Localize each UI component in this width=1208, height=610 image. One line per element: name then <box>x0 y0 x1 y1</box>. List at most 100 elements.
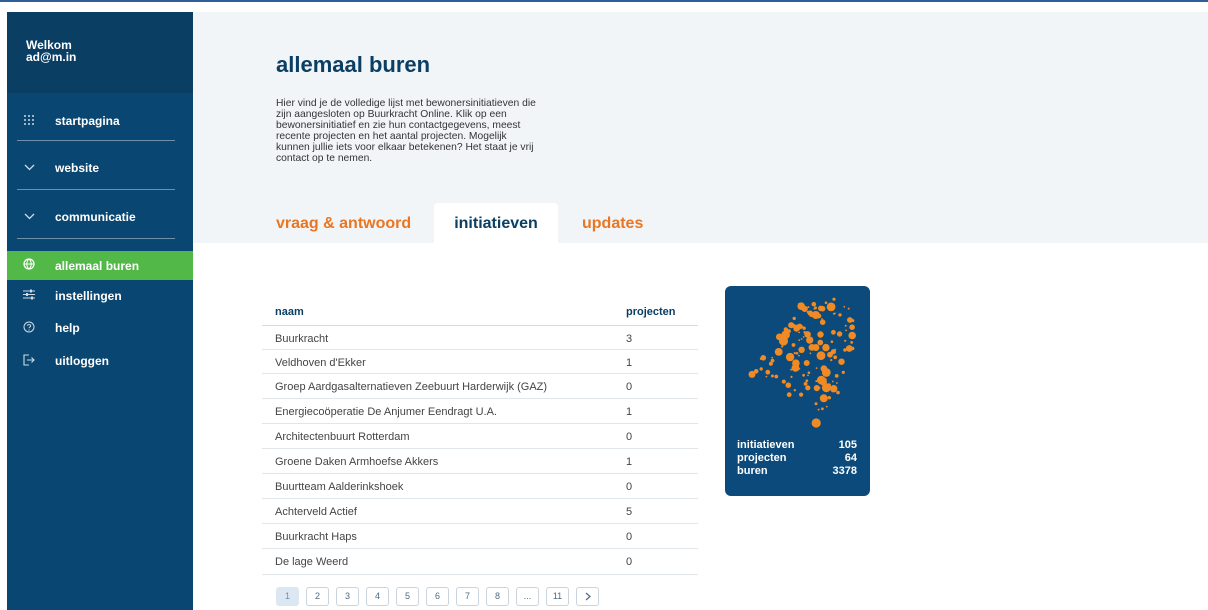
map-dot <box>836 331 843 337</box>
sidebar-item-website[interactable]: website <box>7 155 193 181</box>
sidebar-item-startpagina[interactable]: startpagina <box>7 108 193 134</box>
stat-initiatieven: initiatieven 105 <box>737 439 857 451</box>
page-button-5[interactable]: 5 <box>396 587 419 606</box>
row-name: Buurkracht <box>275 333 329 345</box>
map-dot <box>798 346 805 353</box>
sidebar-item-label: help <box>55 321 80 335</box>
map-dot <box>753 369 759 374</box>
map-dot <box>844 339 847 342</box>
map-dot <box>827 396 831 400</box>
page-button-4[interactable]: 4 <box>366 587 389 606</box>
map-dot <box>770 358 775 363</box>
map-dot <box>765 375 768 378</box>
table-row[interactable]: Buurkracht 3 <box>262 326 698 351</box>
map-dot <box>847 317 853 323</box>
welcome-block: Welkom ad@m.in <box>7 12 193 93</box>
sidebar-divider <box>17 189 175 190</box>
map-dot <box>805 379 809 383</box>
map-dot <box>807 306 810 309</box>
page-button-11[interactable]: 11 <box>546 587 569 606</box>
map-dot <box>793 389 796 392</box>
map-dot <box>834 312 836 315</box>
row-name: Groep Aardgasalternatieven Zeebuurt Hard… <box>275 381 548 393</box>
map-dot <box>811 301 817 307</box>
help-icon <box>21 321 37 336</box>
logout-icon <box>21 353 37 369</box>
map-dot <box>815 380 818 383</box>
map-dot <box>798 354 800 357</box>
map-dot <box>797 303 801 306</box>
table-row[interactable]: Groep Aardgasalternatieven Zeebuurt Hard… <box>262 373 698 398</box>
map-dot <box>774 374 779 379</box>
table-row[interactable]: Groene Daken Armhoefse Akkers 1 <box>262 448 698 473</box>
tab-vraag-antwoord[interactable]: vraag & antwoord <box>276 203 411 244</box>
sidebar-item-uitloggen[interactable]: uitloggen <box>7 350 193 372</box>
map-dot <box>849 324 855 330</box>
map-dot <box>826 302 836 312</box>
map-dot <box>775 333 783 341</box>
map-dot <box>820 365 828 372</box>
tab-initiatieven[interactable]: initiatieven <box>434 203 558 244</box>
map-dot <box>821 407 824 411</box>
table-row[interactable]: Buurkracht Haps 0 <box>262 523 698 548</box>
table-row[interactable]: Veldhoven d'Ekker 1 <box>262 349 698 374</box>
map-dot <box>770 374 774 378</box>
table-row[interactable]: Architectenbuurt Rotterdam 0 <box>262 423 698 448</box>
row-projects: 5 <box>626 506 633 518</box>
table-row[interactable]: Buurtteam Aalderinkshoek 0 <box>262 473 698 498</box>
table-row[interactable]: De lage Weerd 0 <box>262 548 698 573</box>
map-dot <box>830 359 833 362</box>
map-dot <box>850 341 854 344</box>
page-button-6[interactable]: 6 <box>426 587 449 606</box>
next-page-button[interactable] <box>576 587 599 606</box>
page-button-2[interactable]: 2 <box>306 587 329 606</box>
page-button-3[interactable]: 3 <box>336 587 359 606</box>
intro-text: Hier vind je de volledige lijst met bewo… <box>276 98 596 164</box>
row-projects: 1 <box>626 406 633 418</box>
page-button-7[interactable]: 7 <box>456 587 479 606</box>
map-dot <box>830 385 838 393</box>
map-dot <box>802 326 806 330</box>
chevron-down-icon <box>21 162 37 174</box>
intro-line: kunnen jullie iets voor elkaar betekenen… <box>276 142 534 153</box>
stat-value: 64 <box>844 452 857 464</box>
chevron-down-icon <box>21 211 37 223</box>
table-row[interactable]: Energiecoöperatie De Anjumer Eendragt U.… <box>262 398 698 423</box>
column-header-projecten[interactable]: projecten <box>626 306 676 318</box>
map-dot <box>801 305 808 312</box>
row-name: Architectenbuurt Rotterdam <box>275 431 410 443</box>
map-dot <box>798 331 800 334</box>
stat-buren: buren 3378 <box>737 465 857 477</box>
table-row[interactable]: Achterveld Actief 5 <box>262 498 698 523</box>
map-dot <box>836 390 840 395</box>
map-dot <box>836 382 838 384</box>
sidebar-item-instellingen[interactable]: instellingen <box>7 285 193 307</box>
map-dot <box>799 392 804 397</box>
row-projects: 0 <box>626 531 633 543</box>
sidebar-divider <box>17 238 175 239</box>
sidebar-item-allemaal-buren[interactable]: allemaal buren <box>7 251 193 280</box>
sidebar-item-label: communicatie <box>55 210 136 224</box>
user-email: ad@m.in <box>26 50 77 64</box>
stat-value: 105 <box>838 439 857 451</box>
sidebar-item-communicatie[interactable]: communicatie <box>7 204 193 230</box>
map-dot <box>807 332 810 335</box>
map-dot <box>819 319 826 325</box>
tab-updates[interactable]: updates <box>582 203 643 244</box>
map-dot <box>813 419 819 425</box>
map-dot <box>838 358 845 365</box>
map-dot <box>824 301 828 304</box>
map-dot <box>833 355 838 360</box>
page-button-8[interactable]: 8 <box>486 587 509 606</box>
page-button-1[interactable]: 1 <box>276 587 299 606</box>
intro-line: contact op te nemen. <box>276 153 373 164</box>
map-dot <box>807 374 809 377</box>
map-dot <box>843 305 846 308</box>
row-name: Buurtteam Aalderinkshoek <box>275 481 404 493</box>
column-header-naam[interactable]: naam <box>275 306 304 318</box>
map-dot <box>845 345 853 352</box>
map-dot <box>802 336 805 338</box>
map-dot <box>814 402 818 406</box>
grid-icon <box>21 114 37 129</box>
sidebar-item-help[interactable]: help <box>7 317 193 339</box>
